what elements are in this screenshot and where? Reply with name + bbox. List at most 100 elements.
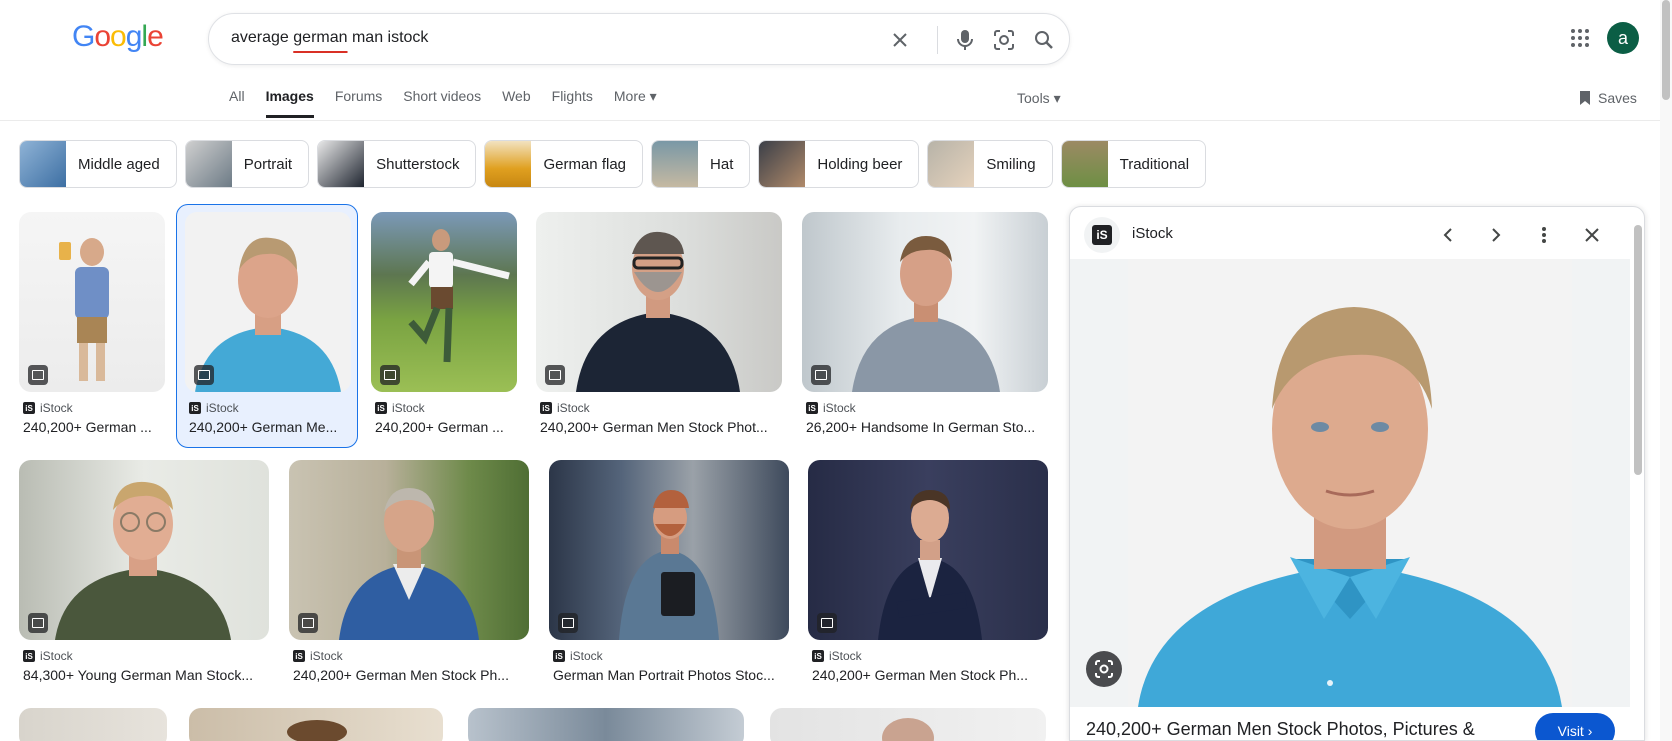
result-tile[interactable]: iS iStock 26,200+ Handsome In German Sto.… [802,212,1048,440]
previous-image-icon[interactable] [1432,219,1464,251]
result-tile-selected[interactable]: iS iStock 240,200+ German Me... [176,204,358,448]
result-title[interactable]: 240,200+ German Me... [189,419,351,435]
image-badge-icon [194,365,214,385]
result-source: iS iStock [23,649,73,663]
result-image[interactable] [549,460,789,640]
page-scrollbar[interactable] [1660,0,1672,741]
lens-icon[interactable] [991,27,1017,53]
search-input[interactable]: average german man istock [231,29,428,47]
result-title[interactable]: 240,200+ German Men Stock Ph... [293,667,527,683]
tab-web[interactable]: Web [502,88,531,118]
image-badge-icon [298,613,318,633]
image-badge-icon [558,613,578,633]
saves-label: Saves [1598,90,1637,106]
more-options-icon[interactable] [1528,219,1560,251]
chip-traditional[interactable]: Traditional [1060,140,1207,188]
search-tabs: All Images Forums Short videos Web Fligh… [229,88,678,118]
result-image[interactable] [770,708,1046,741]
image-badge-icon [545,365,565,385]
chip-thumbnail [759,141,806,187]
result-tile[interactable] [770,708,1046,741]
lens-search-icon[interactable] [1086,651,1122,687]
result-tile[interactable]: iS iStock 240,200+ German Men Stock Ph... [289,460,529,686]
result-title[interactable]: 240,200+ German Men Stock Ph... [812,667,1046,683]
istock-logo-icon: iS [806,402,818,414]
tab-images[interactable]: Images [265,88,314,118]
tab-flights[interactable]: Flights [552,88,593,118]
search-divider [937,26,938,54]
chip-hat[interactable]: Hat [651,140,751,188]
istock-logo-icon: iS [553,650,565,662]
result-title[interactable]: 240,200+ German ... [375,419,515,435]
result-source: iS iStock [189,401,239,415]
result-title[interactable]: German Man Portrait Photos Stoc... [553,667,787,683]
result-image[interactable] [536,212,782,392]
result-image[interactable] [189,708,443,741]
image-badge-icon [817,613,837,633]
istock-logo-icon: iS [293,650,305,662]
result-tile[interactable] [468,708,744,741]
tab-more[interactable]: More ▾ [614,88,657,118]
chip-portrait[interactable]: Portrait [184,140,310,188]
chip-shutterstock[interactable]: Shutterstock [317,140,477,188]
result-source: iS iStock [553,649,603,663]
close-icon[interactable] [1576,219,1608,251]
result-title[interactable]: 240,200+ German Men Stock Phot... [540,419,780,435]
chip-thumbnail [1061,141,1108,187]
result-title[interactable]: 84,300+ Young German Man Stock... [23,667,267,683]
result-source: iS iStock [540,401,590,415]
result-title[interactable]: 26,200+ Handsome In German Sto... [806,419,1046,435]
saves-button[interactable]: Saves [1578,90,1637,106]
result-tile[interactable]: iS iStock 240,200+ German ... [371,212,517,440]
chip-thumbnail [652,141,699,187]
chip-thumbnail [928,141,975,187]
image-badge-icon [28,613,48,633]
apps-grid-icon[interactable] [1568,26,1592,50]
result-tile[interactable] [189,708,443,741]
chip-german-flag[interactable]: German flag [484,140,644,188]
image-badge-icon [811,365,831,385]
visit-button[interactable]: Visit › [1535,713,1615,740]
tab-forums[interactable]: Forums [335,88,382,118]
result-image[interactable] [808,460,1048,640]
result-image[interactable] [802,212,1048,392]
result-source: iS iStock [23,401,73,415]
bookmark-icon [1580,91,1590,105]
image-preview-panel: iS iStock 240,200+ German Men Stock Phot… [1069,206,1645,741]
search-box[interactable]: average german man istock [208,13,1070,65]
tab-short-videos[interactable]: Short videos [403,88,481,118]
result-tile[interactable]: iS iStock 84,300+ Young German Man Stock.… [19,460,269,686]
account-avatar[interactable]: a [1607,22,1639,54]
result-image[interactable] [19,460,269,640]
result-image[interactable] [19,708,167,741]
page-scrollbar-thumb[interactable] [1662,0,1670,100]
istock-logo-icon[interactable]: iS [1084,217,1120,253]
tools-button[interactable]: Tools ▾ [1017,90,1061,107]
google-logo[interactable]: Google [72,20,164,54]
chip-thumbnail [185,141,232,187]
chip-middle-aged[interactable]: Middle aged [19,140,177,188]
search-icon[interactable] [1031,27,1057,53]
chip-holding-beer[interactable]: Holding beer [758,140,920,188]
result-tile[interactable]: iS iStock 240,200+ German ... [19,212,165,440]
result-tile[interactable]: iS iStock German Man Portrait Photos Stoc… [549,460,789,686]
result-tile[interactable]: iS iStock 240,200+ German Men Stock Phot.… [536,212,782,440]
panel-source-name[interactable]: iStock [1132,225,1173,242]
istock-logo-icon: iS [23,650,35,662]
clear-icon[interactable] [887,27,913,53]
next-image-icon[interactable] [1480,219,1512,251]
microphone-icon[interactable] [952,27,978,53]
istock-logo-icon: iS [375,402,387,414]
tab-all[interactable]: All [229,88,245,118]
result-title[interactable]: 240,200+ German ... [23,419,163,435]
result-image[interactable] [468,708,744,741]
panel-main-image[interactable] [1128,259,1572,707]
result-tile[interactable]: iS iStock 240,200+ German Men Stock Ph... [808,460,1048,686]
result-source: iS iStock [806,401,856,415]
chip-smiling[interactable]: Smiling [927,140,1053,188]
result-image[interactable] [289,460,529,640]
panel-title[interactable]: 240,200+ German Men Stock Photos, Pictur… [1086,719,1475,740]
result-tile[interactable] [19,708,167,741]
panel-scrollbar[interactable] [1634,225,1642,475]
result-source: iS iStock [812,649,862,663]
